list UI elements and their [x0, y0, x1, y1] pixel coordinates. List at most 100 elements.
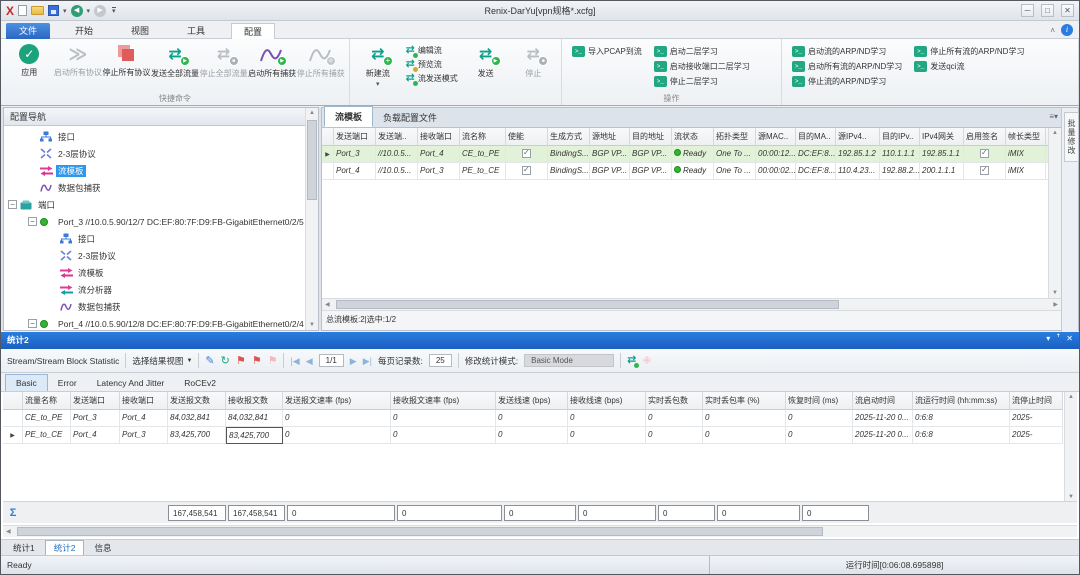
grid-header-cell[interactable]: 接收端口: [418, 128, 460, 146]
grid-cell[interactable]: 83,425,700: [226, 427, 283, 444]
tab-start[interactable]: 开始: [63, 23, 105, 39]
grid-cell[interactable]: PE_to_CE: [460, 163, 506, 180]
grid-cell[interactable]: Ready: [672, 146, 714, 163]
preview-stream-button[interactable]: ⇄ 预览流: [406, 59, 458, 70]
grid-cell[interactable]: 0: [646, 410, 703, 427]
start-all-capture-button[interactable]: ▶ 启动所有捕获: [248, 42, 297, 79]
grid-cell[interactable]: 0: [786, 427, 853, 444]
back-dropdown-icon[interactable]: ▾: [87, 7, 91, 15]
grid-cell[interactable]: 0: [703, 427, 786, 444]
grid-cell[interactable]: BindingS...: [548, 146, 590, 163]
grid-cell[interactable]: ▶: [322, 146, 334, 163]
send-all-traffic-button[interactable]: ⇄▶ 发送全部流量: [151, 42, 200, 79]
stream-grid-vertical-scrollbar[interactable]: ▲▼: [1048, 128, 1061, 298]
grid-cell[interactable]: Ready: [672, 163, 714, 180]
new-stream-dropdown-icon[interactable]: ▾: [376, 80, 380, 88]
checkbox[interactable]: [522, 166, 531, 175]
refresh-icon[interactable]: ↻: [221, 355, 230, 367]
grid-cell[interactable]: Port_4: [418, 146, 460, 163]
grid-cell[interactable]: Port_3: [418, 163, 460, 180]
grid-header-cell[interactable]: 使能: [506, 128, 548, 146]
grid-cell[interactable]: 200.1.1.1: [920, 163, 964, 180]
grid-cell[interactable]: 2025-11-20 0...: [853, 427, 913, 444]
grid-cell[interactable]: 0: [703, 410, 786, 427]
grid-cell[interactable]: BGP VP...: [630, 146, 672, 163]
tree-item[interactable]: 接口: [4, 230, 318, 247]
grid-cell[interactable]: 0: [568, 410, 646, 427]
grid-cell[interactable]: DC:EF:8...: [796, 163, 836, 180]
grid-header-cell[interactable]: 源地址: [590, 128, 630, 146]
start-rx-port-l2-learning-button[interactable]: >_ 启动接收端口二层学习: [654, 61, 750, 72]
save-dropdown-icon[interactable]: ▾: [63, 7, 67, 15]
stream-grid-horizontal-scrollbar[interactable]: ◀▶: [322, 298, 1061, 310]
stats-vertical-scrollbar[interactable]: ▲▼: [1064, 392, 1077, 502]
stop-all-traffic-button[interactable]: ⇄■ 停止全部流量: [199, 42, 248, 79]
send-qci-stream-button[interactable]: >_ 发送qci流: [914, 61, 1024, 72]
stop-button[interactable]: ⇄■ 停止: [509, 42, 557, 79]
clear-stats-icon[interactable]: ⚑: [236, 355, 246, 367]
grid-header-cell[interactable]: 流运行时间 (hh:mm:ss): [913, 392, 1010, 410]
grid-header-cell[interactable]: IPv4网关: [920, 128, 964, 146]
grid-cell[interactable]: 84,032,841: [168, 410, 226, 427]
grid-cell[interactable]: iMIX: [1006, 163, 1046, 180]
tree-item[interactable]: 流模板: [4, 162, 318, 179]
grid-cell[interactable]: Port_3: [71, 410, 120, 427]
stop-all-capture-button[interactable]: ⊘ 停止所有捕获: [296, 42, 345, 79]
grid-cell[interactable]: 00:00:12...: [756, 146, 796, 163]
first-page-icon[interactable]: |◀: [290, 355, 299, 367]
grid-cell[interactable]: 110.4.23...: [836, 163, 880, 180]
clear-all-stats-icon[interactable]: ⚑: [252, 355, 262, 367]
grid-header-cell[interactable]: 生成方式: [548, 128, 590, 146]
app-logo-icon[interactable]: X: [6, 5, 14, 17]
tab-stream-template[interactable]: 流模板: [324, 106, 373, 127]
save-icon[interactable]: [48, 5, 59, 16]
tab-file[interactable]: 文件: [6, 23, 50, 39]
panel-close-icon[interactable]: ✕: [1066, 334, 1073, 343]
grid-row[interactable]: Port_4//10.0.5...Port_3PE_to_CEBindingS.…: [322, 163, 1061, 180]
grid-row[interactable]: ▶PE_to_CEPort_4Port_383,425,70083,425,70…: [3, 427, 1077, 444]
grid-cell[interactable]: 0: [496, 410, 568, 427]
tab-stats1[interactable]: 统计1: [5, 541, 43, 555]
apply-button[interactable]: ✓ 应用: [5, 42, 54, 78]
tree-item[interactable]: −Port_4 //10.0.5.90/12/8 DC:EF:80:7F:D9:…: [4, 315, 318, 330]
start-l2-learning-button[interactable]: >_ 启动二层学习: [654, 46, 750, 57]
start-stream-arp-button[interactable]: >_ 启动流的ARP/ND学习: [792, 46, 902, 57]
grid-cell[interactable]: Port_3: [334, 146, 376, 163]
select-result-view-button[interactable]: 选择结果视图▼: [132, 355, 192, 367]
grid-cell[interactable]: 192.85.1.1: [920, 146, 964, 163]
start-all-stream-arp-button[interactable]: >_ 启动所有流的ARP/ND学习: [792, 61, 902, 72]
tab-view[interactable]: 视图: [119, 23, 161, 39]
checkbox[interactable]: [980, 149, 989, 158]
grid-cell[interactable]: BindingS...: [548, 163, 590, 180]
checkbox[interactable]: [522, 149, 531, 158]
grid-cell[interactable]: 00:00:02...: [756, 163, 796, 180]
grid-header-cell[interactable]: [3, 392, 23, 410]
grid-cell[interactable]: 2025-11-20 0...: [853, 410, 913, 427]
collapse-ribbon-icon[interactable]: ˄: [1050, 26, 1055, 35]
restore-button[interactable]: □: [1041, 4, 1054, 17]
grid-header-cell[interactable]: 启用签名: [964, 128, 1006, 146]
panel-pin-icon[interactable]: ꜛ: [1056, 334, 1060, 343]
grid-header-cell[interactable]: 源MAC..: [756, 128, 796, 146]
grid-header-cell[interactable]: 源IPv4..: [836, 128, 880, 146]
grid-cell[interactable]: CE_to_PE: [460, 146, 506, 163]
grid-header-cell[interactable]: 流名称: [460, 128, 506, 146]
grid-header-cell[interactable]: 恢复时间 (ms): [786, 392, 853, 410]
grid-cell[interactable]: PE_to_CE: [23, 427, 71, 444]
import-pcap-button[interactable]: >_ 导入PCAP到流: [572, 46, 642, 57]
grid-cell[interactable]: 2025-: [1010, 427, 1063, 444]
stop-l2-learning-button[interactable]: >_ 停止二层学习: [654, 76, 750, 87]
grid-row[interactable]: ▶Port_3//10.0.5...Port_4CE_to_PEBindingS…: [322, 146, 1061, 163]
stream-send-mode-button[interactable]: ⇄ 流发送模式: [406, 73, 458, 84]
grid-header-cell[interactable]: 接收报文速率 (fps): [391, 392, 496, 410]
tree-item[interactable]: 2-3层协议: [4, 145, 318, 162]
grid-cell[interactable]: One To ...: [714, 146, 756, 163]
grid-cell[interactable]: Port_4: [71, 427, 120, 444]
grid-cell[interactable]: 83,425,700: [168, 427, 226, 444]
batch-edit-vertical-tab[interactable]: 批量修改: [1064, 112, 1079, 162]
new-file-icon[interactable]: [18, 5, 27, 16]
grid-header-cell[interactable]: 接收端口: [120, 392, 168, 410]
panel-dropdown-icon[interactable]: ▾: [1046, 334, 1050, 343]
info-icon[interactable]: i: [1061, 24, 1073, 36]
grid-header-cell[interactable]: 发送端口: [334, 128, 376, 146]
